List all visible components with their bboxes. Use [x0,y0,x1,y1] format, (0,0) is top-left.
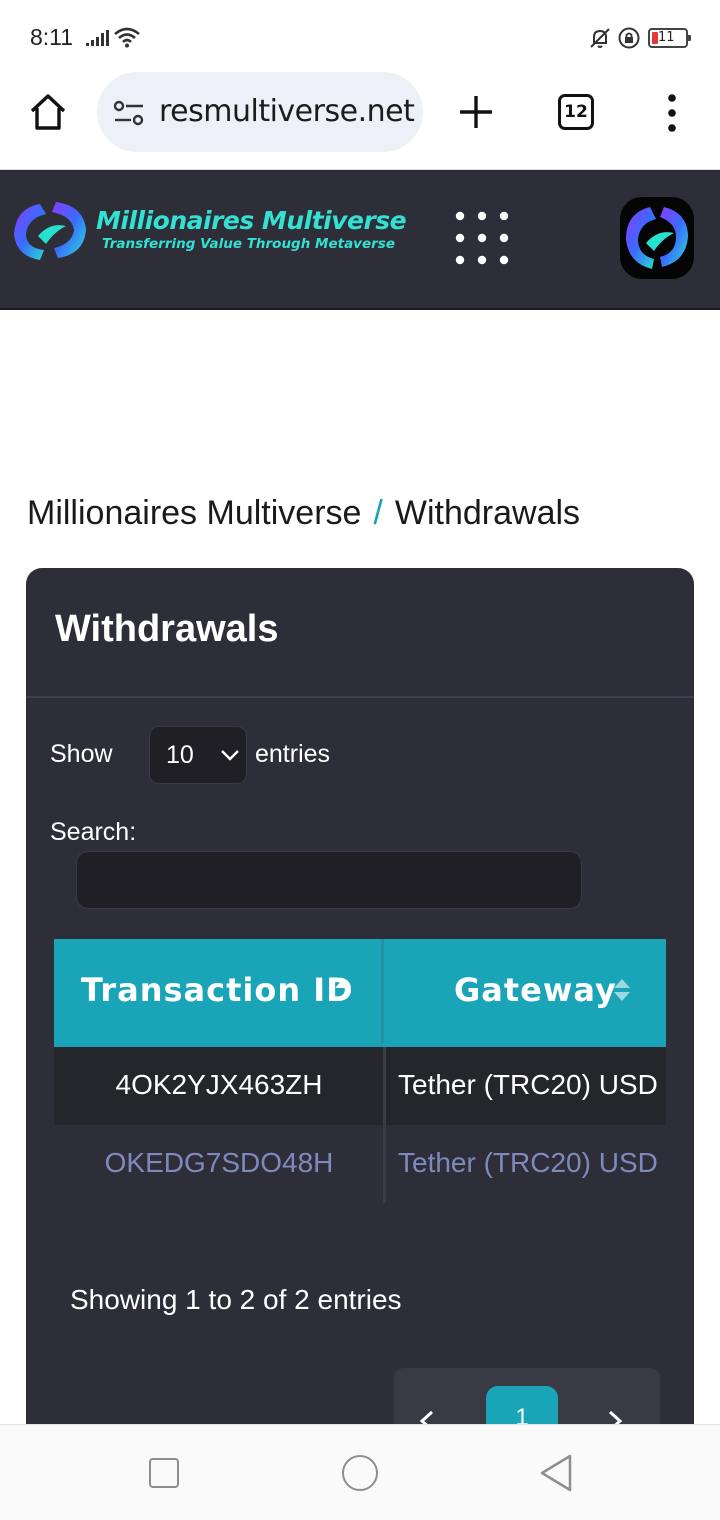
breadcrumb-separator: / [373,494,383,532]
breadcrumb-current: Withdrawals [394,494,581,532]
column-header-gateway[interactable]: Gateway [386,939,666,1047]
bell-muted-icon [590,28,610,48]
entries-per-page-value: 10 [166,741,194,769]
brand-name[interactable]: Millionaires Multiverse [96,206,407,235]
breadcrumb-root[interactable]: Millionaires Multiverse [27,494,361,532]
home-nav-button[interactable] [342,1455,378,1491]
table-row[interactable]: OKEDG7SDO48H Tether (TRC20) USD [54,1125,666,1203]
grid-menu-icon[interactable] [452,208,512,268]
brand-tagline: Transferring Value Through Metaverse [102,236,395,252]
new-tab-icon[interactable] [458,94,494,130]
column-header-label: Transaction ID [81,971,354,1009]
show-label: Show [50,740,113,768]
column-divider [383,1047,386,1203]
chevron-down-icon [221,750,239,761]
cell-transaction-id: 4OK2YJX463ZH [115,1069,323,1100]
url-text[interactable]: resmultiverse.net [159,94,415,129]
lock-rotation-icon [618,27,640,49]
battery-level: 11 [658,30,675,45]
tab-switcher-button[interactable]: 12 [558,94,594,130]
site-header: Millionaires Multiverse Transferring Val… [0,170,720,310]
cell-signal-icon [86,30,109,46]
user-avatar[interactable] [620,197,694,279]
avatar-logo-icon [626,207,688,269]
card-title: Withdrawals [55,608,279,650]
entries-per-page-select[interactable]: 10 [149,726,247,784]
column-header-label: Gateway [454,971,617,1009]
recent-apps-button[interactable] [149,1458,179,1488]
sort-ascending-icon [335,979,351,988]
entries-label: entries [255,740,331,768]
browser-toolbar: resmultiverse.net 12 [0,72,720,170]
table-header: Transaction ID Gateway [54,939,666,1047]
back-nav-icon[interactable] [538,1453,574,1493]
cell-transaction-id: OKEDG7SDO48H [104,1147,334,1178]
wifi-icon [114,27,140,48]
withdrawals-card: Withdrawals Show 10 entries Search: Tran… [26,568,694,1448]
brand-logo-icon[interactable] [10,196,90,266]
site-settings-icon[interactable] [113,100,145,126]
table-info: Showing 1 to 2 of 2 entries [70,1284,402,1315]
address-bar[interactable]: resmultiverse.net [97,72,423,152]
search-label: Search: [50,818,137,846]
card-divider [26,696,694,698]
search-input[interactable] [76,851,582,909]
more-menu-icon[interactable] [662,94,682,132]
battery-icon: 11 [648,28,691,48]
status-bar: 8:11 11 [0,0,720,72]
status-time: 8:11 [30,24,74,50]
system-nav-bar [0,1424,720,1520]
withdrawals-table: Transaction ID Gateway 4OK2YJX463ZH Teth… [54,939,666,1203]
sort-unsorted-icon [614,979,630,1001]
cell-gateway: Tether (TRC20) USD [398,1069,658,1100]
cell-gateway: Tether (TRC20) USD [398,1147,658,1178]
breadcrumb: Millionaires Multiverse / Withdrawals [27,494,580,533]
table-row[interactable]: 4OK2YJX463ZH Tether (TRC20) USD [54,1047,666,1125]
column-header-transaction-id[interactable]: Transaction ID [54,939,384,1047]
home-icon[interactable] [28,92,68,132]
